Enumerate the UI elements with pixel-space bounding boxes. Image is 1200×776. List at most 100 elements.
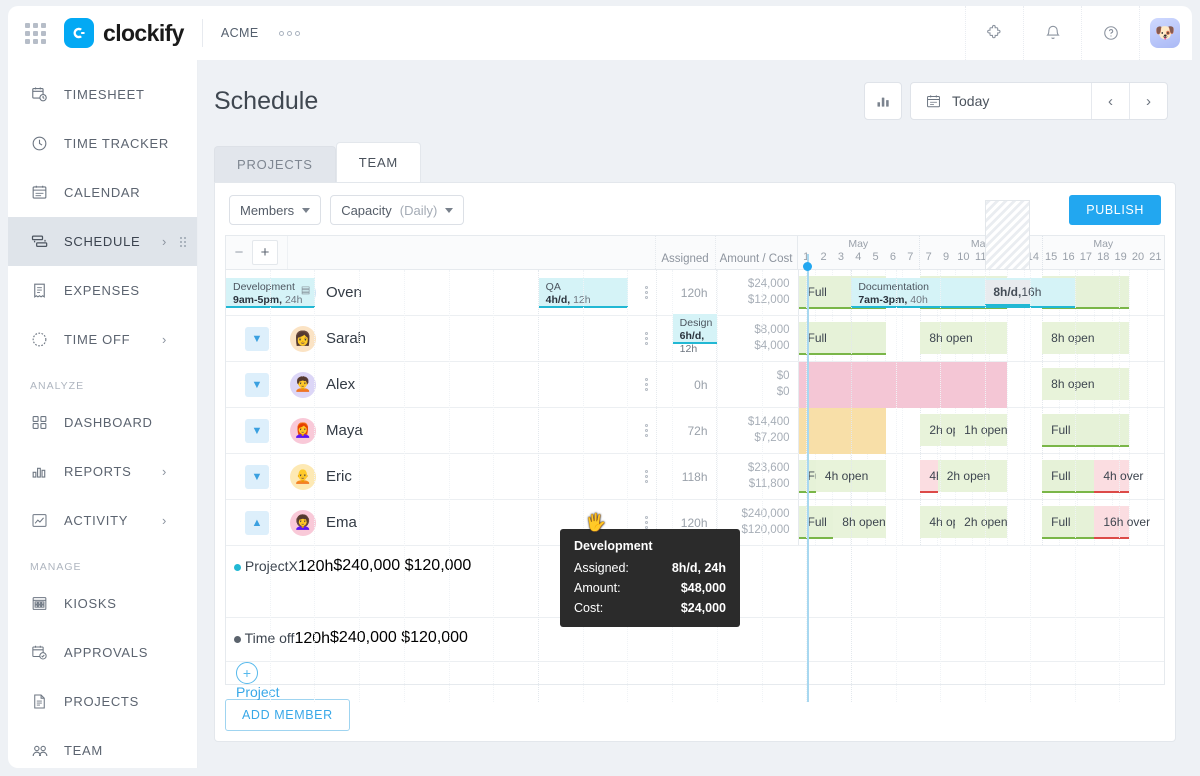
expand-row-button[interactable]: ▼ bbox=[245, 418, 269, 443]
add-project-row[interactable]: + Project bbox=[226, 270, 1164, 702]
capacity-filter[interactable]: Capacity (Daily) bbox=[330, 195, 465, 225]
sidebar-item-activity[interactable]: ACTIVITY › bbox=[8, 496, 197, 545]
chevron-right-icon[interactable]: › bbox=[162, 513, 167, 528]
capacity-bar[interactable]: 16h over bbox=[1094, 506, 1150, 539]
capacity-bar[interactable]: Full bbox=[798, 322, 886, 355]
sidebar-item-team[interactable]: TEAM bbox=[8, 726, 197, 775]
capacity-bar[interactable]: 8h open bbox=[920, 322, 1008, 354]
chevron-right-icon[interactable]: › bbox=[162, 464, 167, 479]
capacity-bar[interactable]: 2h open bbox=[955, 506, 1008, 538]
row-menu-icon[interactable] bbox=[644, 332, 648, 345]
capacity-bar[interactable]: 8h open bbox=[1042, 368, 1130, 400]
tab-projects[interactable]: PROJECTS bbox=[214, 146, 336, 182]
capacity-bar[interactable]: 4h open bbox=[920, 506, 973, 538]
capacity-bar[interactable]: 4h over bbox=[1094, 460, 1143, 493]
date-picker-button[interactable]: Today bbox=[911, 93, 1091, 110]
cost-value: $12,000 bbox=[747, 293, 790, 306]
members-filter[interactable]: Members bbox=[229, 195, 322, 225]
add-member-button[interactable]: ADD MEMBER bbox=[225, 699, 350, 731]
sidebar-item-schedule[interactable]: SCHEDULE › bbox=[8, 217, 197, 266]
row-expand-cell: ▲ bbox=[226, 500, 288, 545]
calendar-icon bbox=[30, 183, 56, 202]
member-name-column-header bbox=[288, 236, 656, 269]
add-project-cell[interactable]: + Project bbox=[226, 662, 280, 702]
sidebar-item-time-tracker[interactable]: TIME TRACKER bbox=[8, 119, 197, 168]
sidebar-item-approvals[interactable]: APPROVALS bbox=[8, 628, 197, 677]
member-cell: 🧑‍🦲 Eric bbox=[288, 454, 657, 499]
chart-toggle-button[interactable] bbox=[864, 82, 902, 120]
capacity-bar[interactable]: 8h open bbox=[1042, 322, 1130, 354]
sidebar-item-label: TIME TRACKER bbox=[64, 136, 169, 151]
member-timeline[interactable]: Full 8h open 8h open bbox=[798, 316, 1164, 361]
zoom-out-button[interactable]: − bbox=[226, 240, 252, 265]
capacity-bar[interactable]: 4h over bbox=[920, 460, 969, 493]
capacity-bar[interactable]: Full bbox=[1042, 506, 1095, 539]
amount-value: $14,400 bbox=[747, 415, 790, 428]
task-bar[interactable]: Design 6h/d, 12h bbox=[672, 314, 718, 355]
sidebar-item-expenses[interactable]: EXPENSES bbox=[8, 266, 197, 315]
capacity-bar[interactable] bbox=[798, 362, 921, 408]
capacity-bar[interactable]: 1h open bbox=[955, 414, 1008, 446]
sidebar-item-projects[interactable]: PROJECTS bbox=[8, 677, 197, 726]
more-horizontal-icon[interactable] bbox=[278, 30, 300, 36]
capacity-bar[interactable]: 8h open bbox=[833, 506, 886, 538]
workspace-name[interactable]: ACME bbox=[221, 26, 259, 40]
clockify-app: clockify ACME 🐶 TIMESHEET TIME TRACKER C… bbox=[0, 0, 1200, 776]
note-icon[interactable]: ▤ bbox=[301, 285, 310, 298]
row-menu-icon[interactable] bbox=[644, 470, 648, 483]
capacity-bar[interactable]: 4h open bbox=[815, 460, 886, 492]
day-label: 9 bbox=[942, 251, 950, 263]
capacity-bar[interactable]: 2h open bbox=[937, 460, 1008, 492]
member-timeline[interactable]: 8h open bbox=[798, 362, 1164, 408]
tab-team[interactable]: TEAM bbox=[335, 142, 422, 182]
row-menu-icon[interactable] bbox=[644, 424, 648, 437]
sidebar-item-time-off[interactable]: TIME OFF › bbox=[8, 315, 197, 364]
notifications-button[interactable] bbox=[1023, 6, 1081, 60]
sidebar-item-reports[interactable]: REPORTS › bbox=[8, 447, 197, 496]
task-bar[interactable]: Development 9am-5pm, 24h ▤ bbox=[226, 278, 316, 308]
capacity-bar[interactable]: Full bbox=[1042, 460, 1095, 493]
time-off-chip[interactable]: 8h/d, 16h bbox=[985, 280, 1041, 306]
project-color-dot bbox=[234, 564, 241, 571]
user-menu[interactable]: 🐶 bbox=[1139, 6, 1192, 60]
apps-grid-icon[interactable] bbox=[22, 20, 48, 46]
member-timeline[interactable]: Full4h open4h over2h openFull4h over bbox=[798, 454, 1164, 499]
sidebar-item-kiosks[interactable]: KIOSKS bbox=[8, 579, 197, 628]
row-menu-icon[interactable] bbox=[644, 516, 648, 529]
integrations-button[interactable] bbox=[965, 6, 1023, 60]
member-timeline[interactable]: Full 8h open 4h open 2h open Full 16h over bbox=[798, 500, 1164, 545]
drag-handle-icon[interactable] bbox=[180, 236, 186, 247]
prev-period-button[interactable]: ‹ bbox=[1091, 83, 1129, 119]
expand-row-button[interactable]: ▼ bbox=[245, 326, 269, 351]
sidebar-item-calendar[interactable]: CALENDAR bbox=[8, 168, 197, 217]
expand-row-button[interactable]: ▼ bbox=[245, 372, 269, 397]
task-bar[interactable]: QA 4h/d, 12h bbox=[538, 278, 629, 308]
tooltip-value: 8h/d, 24h bbox=[671, 561, 726, 575]
schedule-icon bbox=[30, 232, 56, 252]
member-timeline[interactable]: 2h open 1h open Full bbox=[798, 408, 1164, 454]
chevron-right-icon[interactable]: › bbox=[162, 332, 167, 347]
plus-icon[interactable]: + bbox=[236, 662, 258, 684]
capacity-bar[interactable]: 2h open bbox=[920, 414, 973, 446]
help-button[interactable] bbox=[1081, 6, 1139, 60]
brand-logo[interactable]: clockify bbox=[64, 18, 184, 48]
publish-button[interactable]: PUBLISH bbox=[1069, 195, 1161, 225]
chevron-right-icon[interactable]: › bbox=[162, 234, 167, 249]
capacity-bar[interactable] bbox=[920, 362, 1008, 408]
next-period-button[interactable]: › bbox=[1129, 83, 1167, 119]
assigned-hours: 72h bbox=[657, 408, 717, 453]
row-menu-icon[interactable] bbox=[644, 286, 648, 299]
tooltip-label: Cost: bbox=[574, 601, 604, 615]
capacity-bar[interactable] bbox=[798, 408, 886, 454]
month-label: May bbox=[848, 238, 869, 250]
zoom-in-button[interactable]: + bbox=[252, 240, 278, 265]
cost-value: $0 bbox=[776, 385, 790, 398]
sidebar-item-timesheet[interactable]: TIMESHEET bbox=[8, 70, 197, 119]
capacity-bar[interactable]: Full bbox=[798, 506, 834, 539]
reports-bar-icon bbox=[30, 462, 56, 481]
row-menu-icon[interactable] bbox=[644, 378, 648, 391]
capacity-bar[interactable]: Full bbox=[1042, 414, 1130, 447]
sidebar-item-dashboard[interactable]: DASHBOARD bbox=[8, 398, 197, 447]
expand-row-button[interactable]: ▼ bbox=[245, 464, 269, 489]
collapse-row-button[interactable]: ▲ bbox=[245, 510, 269, 535]
